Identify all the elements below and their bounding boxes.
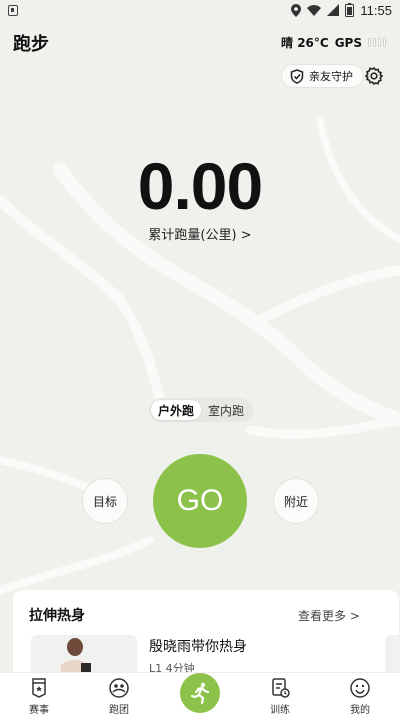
go-button[interactable]: GO — [153, 454, 247, 548]
medal-icon — [32, 678, 46, 698]
tab-run-button[interactable] — [180, 673, 220, 713]
runner-icon — [190, 682, 210, 705]
total-distance-value: 0.00 — [137, 149, 263, 223]
tab-events[interactable]: 赛事 — [9, 677, 69, 716]
status-bar: 11:55 — [0, 0, 400, 20]
target-button[interactable]: 目标 — [82, 478, 128, 524]
group-icon — [109, 678, 129, 698]
gps-label: GPS — [334, 35, 362, 50]
tab-mine[interactable]: 我的 — [330, 677, 390, 716]
course-title[interactable]: 殷晓雨带你热身 — [149, 636, 247, 656]
tab-indoor-run[interactable]: 室内跑 — [201, 400, 251, 420]
view-more-link[interactable]: 查看更多 > — [298, 607, 360, 624]
guardian-button[interactable]: 亲友守护 — [281, 64, 364, 88]
training-plan-icon — [272, 678, 290, 698]
tab-clubs-label: 跑团 — [109, 705, 129, 716]
tab-events-label: 赛事 — [29, 705, 49, 716]
tab-training-label: 训练 — [270, 705, 290, 716]
tab-clubs[interactable]: 跑团 — [89, 677, 149, 716]
weather-text: 晴 26°C — [281, 36, 329, 50]
profile-icon — [350, 678, 370, 698]
header: 跑步 晴 26°C GPS — [0, 28, 400, 58]
signal-icon — [327, 4, 340, 16]
wifi-icon — [307, 4, 322, 16]
battery-icon — [345, 3, 355, 17]
warmup-title: 拉伸热身 — [29, 608, 85, 624]
settings-gear-icon[interactable] — [364, 66, 384, 86]
run-mode-toggle: 户外跑 室内跑 — [149, 398, 253, 422]
gps-signal-icon — [368, 38, 386, 47]
guardian-label: 亲友守护 — [309, 70, 353, 83]
tab-training[interactable]: 训练 — [250, 677, 310, 716]
total-distance-link[interactable]: 累计跑量(公里) > — [0, 224, 400, 243]
weather-status: 晴 26°C GPS — [281, 34, 386, 51]
tab-mine-label: 我的 — [350, 705, 370, 716]
tab-outdoor-run[interactable]: 户外跑 — [151, 400, 201, 420]
shield-check-icon — [290, 68, 304, 84]
page-title: 跑步 — [13, 34, 49, 55]
nearby-button[interactable]: 附近 — [273, 478, 319, 524]
status-time: 11:55 — [360, 2, 392, 18]
app-notification-icon — [8, 4, 18, 16]
location-icon — [291, 3, 302, 17]
